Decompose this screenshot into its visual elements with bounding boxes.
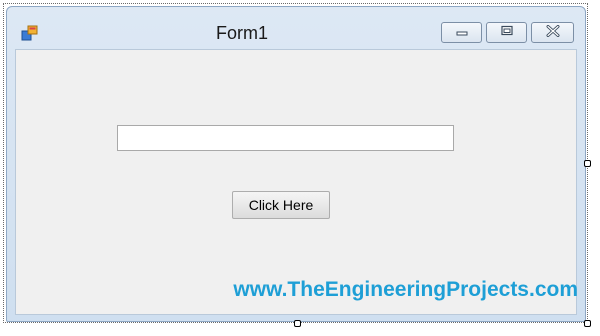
resize-handle-bottom[interactable] [294, 320, 301, 327]
minimize-icon [455, 24, 469, 42]
resize-handle-right[interactable] [584, 160, 591, 167]
window-title: Form1 [215, 23, 268, 43]
close-icon [545, 24, 561, 42]
watermark-text: www.TheEngineeringProjects.com [233, 278, 578, 301]
designer-canvas: Form1 Click Here www.TheEngineeringProje… [0, 0, 600, 336]
title-bar[interactable]: Form1 [7, 7, 585, 49]
click-here-button[interactable]: Click Here [232, 191, 330, 219]
resize-handle-corner[interactable] [584, 320, 591, 327]
maximize-button[interactable] [486, 22, 527, 43]
form-client-area: Click Here www.TheEngineeringProjects.co… [15, 49, 578, 315]
text-input[interactable] [117, 125, 454, 151]
windows-forms-app-icon [21, 25, 39, 41]
close-button[interactable] [531, 22, 574, 43]
maximize-icon [500, 24, 514, 42]
minimize-button[interactable] [441, 22, 482, 43]
form-window: Form1 Click Here www.TheEngineeringProje… [6, 6, 586, 322]
